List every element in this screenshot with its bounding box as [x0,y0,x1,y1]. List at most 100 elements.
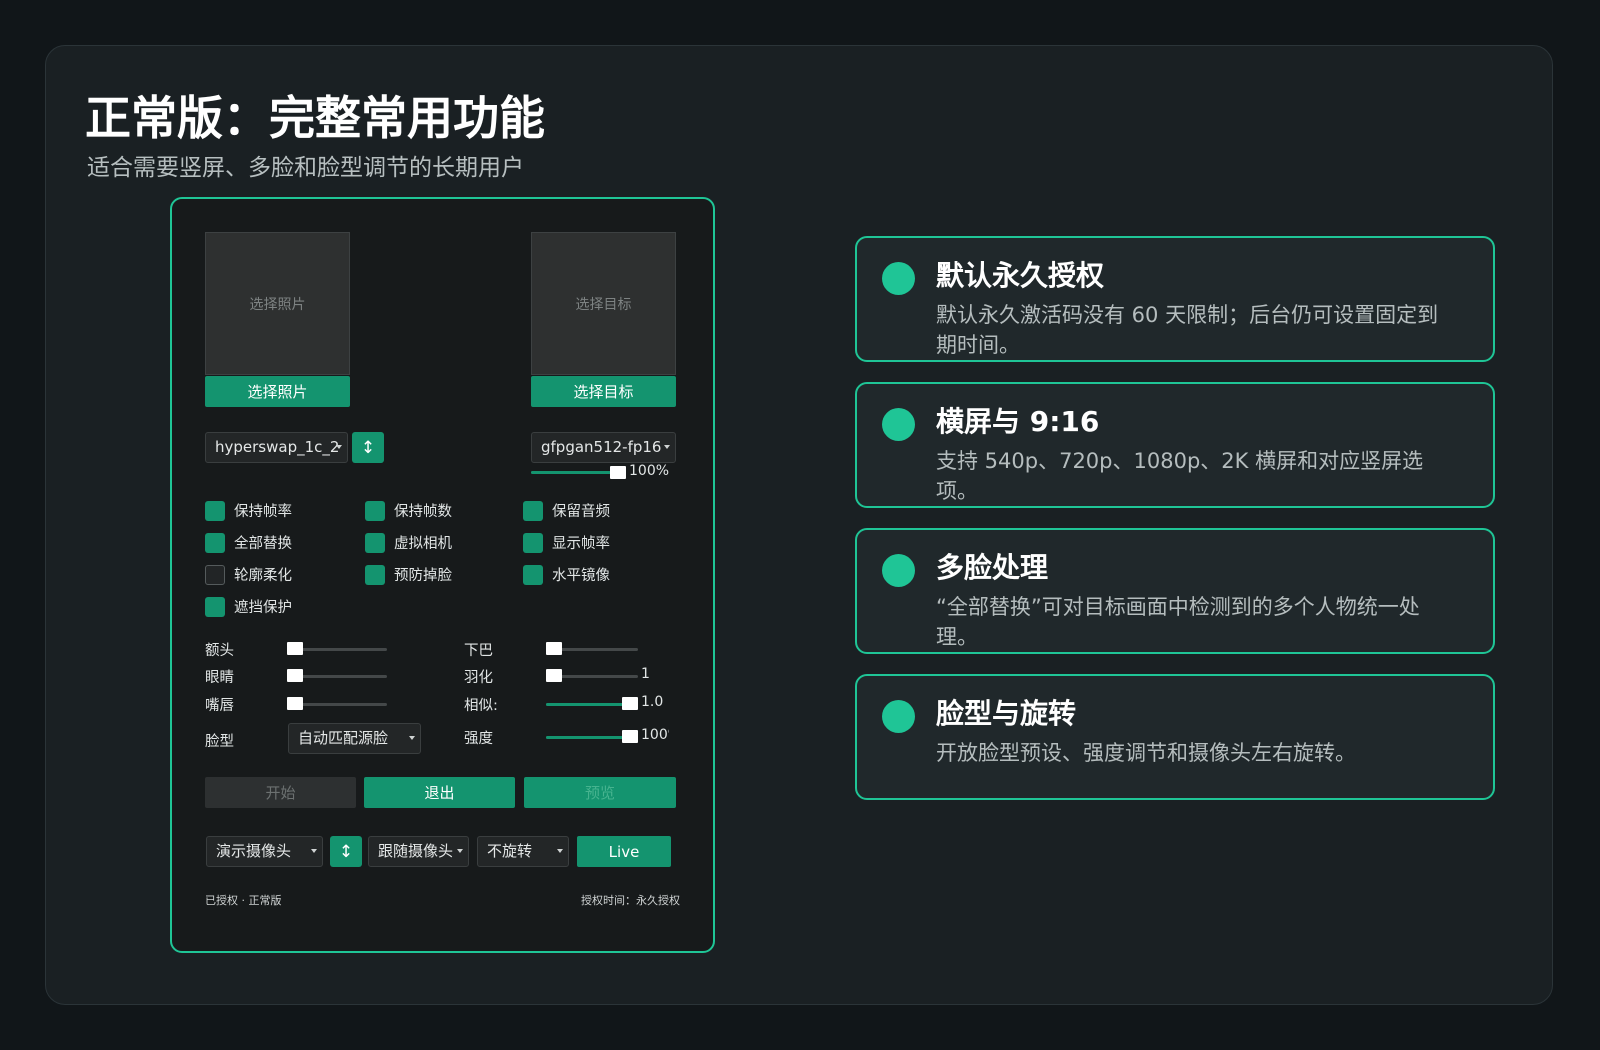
slider-label: 嘴唇 [205,698,234,714]
checkbox-label: 轮廓柔化 [234,568,292,584]
checkbox-checked[interactable] [523,564,543,585]
camera-value: 演示摄像头 [216,842,292,860]
rotate-value: 不旋转 [487,842,533,860]
face-shape-value: 自动匹配源脸 [298,729,389,747]
feature-card: 脸型与旋转 开放脸型预设、强度调节和摄像头左右旋转。 [855,674,1495,800]
slider-label: 强度 [464,731,493,747]
source-photo-placeholder: 选择照片 [249,296,306,313]
checkbox-label: 水平镜像 [552,568,610,584]
enhancer-strength-value: 100% [629,463,670,479]
checkbox-option[interactable]: 保留音频 [523,500,610,521]
exit-button[interactable]: 退出 [364,777,515,808]
chevron-down-icon [457,849,463,853]
feature-card: 横屏与 9:16 支持 540p、720p、1080p、2K 横屏和对应竖屏选项… [855,382,1495,508]
checkbox-checked[interactable] [365,564,385,585]
slider-label: 下巴 [464,643,493,659]
start-button[interactable]: 开始 [205,777,356,808]
feature-card: 多脸处理 “全部替换”可对目标画面中检测到的多个人物统一处理。 [855,528,1495,654]
slider-label: 相似: [464,698,498,714]
slider-fill [531,471,618,474]
follow-camera-value: 跟随摄像头 [378,842,454,860]
checkbox-option[interactable]: 显示帧率 [523,532,610,553]
target-preview[interactable]: 选择目标 [531,232,676,375]
slider-thumb[interactable] [287,642,303,655]
feature-title: 脸型与旋转 [936,697,1077,730]
enhancer-value: gfpgan512-fp16 [541,438,662,456]
feature-description: “全部替换”可对目标画面中检测到的多个人物统一处理。 [936,595,1420,649]
bullet-dot-icon [882,554,915,587]
slider-thumb[interactable] [287,697,303,710]
slider-label: 羽化 [464,670,493,686]
swap-model-value: hyperswap_1c_2 [215,438,340,456]
slider-value: 100% [641,727,669,743]
select-photo-button[interactable]: 选择照片 [205,376,350,407]
checkbox-label: 保持帧率 [234,504,292,520]
page-subtitle: 适合需要竖屏、多脸和脸型调节的长期用户 [87,155,524,181]
preview-button[interactable]: 预览 [524,777,676,808]
bullet-dot-icon [882,408,915,441]
feature-description: 支持 540p、720p、1080p、2K 横屏和对应竖屏选项。 [936,449,1424,503]
license-status: 已授权 · 正常版 [205,894,282,907]
checkbox-checked[interactable] [205,532,225,553]
chevron-down-icon [409,736,415,740]
checkbox-unchecked[interactable] [205,564,225,585]
checkbox-label: 预防掉脸 [394,568,452,584]
checkbox-option[interactable]: 轮廓柔化 [205,564,292,585]
target-placeholder: 选择目标 [575,296,632,313]
rotate-select[interactable]: 不旋转 [477,836,569,867]
checkbox-option[interactable]: 保持帧率 [205,500,292,521]
checkbox-label: 全部替换 [234,536,292,552]
checkbox-label: 虚拟相机 [394,536,452,552]
chevron-down-icon [311,849,317,853]
checkbox-checked[interactable] [365,532,385,553]
bullet-dot-icon [882,262,915,295]
checkbox-label: 遮挡保护 [234,600,292,616]
license-time: 授权时间：永久授权 [581,894,680,907]
slider-thumb[interactable] [622,730,638,743]
checkbox-option[interactable]: 虚拟相机 [365,532,452,553]
feature-title: 默认永久授权 [936,259,1105,292]
checkbox-option[interactable]: 预防掉脸 [365,564,452,585]
slider-thumb[interactable] [610,466,626,479]
swap-model-select[interactable]: hyperswap_1c_2 [205,432,348,463]
slider-thumb[interactable] [546,642,562,655]
select-target-button[interactable]: 选择目标 [531,376,676,407]
checkbox-checked[interactable] [523,500,543,521]
checkbox-checked[interactable] [205,596,225,617]
chevron-down-icon [664,445,670,449]
slider-thumb[interactable] [287,669,303,682]
checkbox-label: 显示帧率 [552,536,610,552]
feature-title: 多脸处理 [936,551,1049,584]
checkbox-label: 保持帧数 [394,504,452,520]
page-title: 正常版：完整常用功能 [85,91,545,145]
checkbox-checked[interactable] [365,500,385,521]
checkbox-option[interactable]: 遮挡保护 [205,596,292,617]
checkbox-checked[interactable] [523,532,543,553]
slider-thumb[interactable] [622,697,638,710]
swap-vertical-icon[interactable]: ↕ [352,432,384,463]
checkbox-label: 保留音频 [552,504,610,520]
bullet-dot-icon [882,700,915,733]
chevron-down-icon [557,849,563,853]
feature-title: 横屏与 9:16 [936,405,1100,438]
feature-description: 默认永久激活码没有 60 天限制；后台仍可设置固定到期时间。 [936,303,1439,357]
slider-thumb[interactable] [546,669,562,682]
chevron-down-icon [336,445,342,449]
checkbox-option[interactable]: 水平镜像 [523,564,610,585]
checkbox-option[interactable]: 保持帧数 [365,500,452,521]
follow-camera-select[interactable]: 跟随摄像头 [368,836,469,867]
source-photo-preview[interactable]: 选择照片 [205,232,350,375]
checkbox-checked[interactable] [205,500,225,521]
live-button[interactable]: Live [577,836,671,867]
slider-label: 眼睛 [205,670,234,686]
checkbox-option[interactable]: 全部替换 [205,532,292,553]
camera-select[interactable]: 演示摄像头 [206,836,323,867]
feature-description: 开放脸型预设、强度调节和摄像头左右旋转。 [936,741,1356,765]
enhancer-select[interactable]: gfpgan512-fp16 [531,432,676,463]
face-shape-select[interactable]: 自动匹配源脸 [288,723,421,754]
slider-fill [546,736,630,739]
feature-card: 默认永久授权 默认永久激活码没有 60 天限制；后台仍可设置固定到期时间。 [855,236,1495,362]
face-shape-label: 脸型 [205,734,234,750]
slider-label: 额头 [205,643,234,659]
swap-vertical-icon[interactable]: ↕ [330,836,362,867]
